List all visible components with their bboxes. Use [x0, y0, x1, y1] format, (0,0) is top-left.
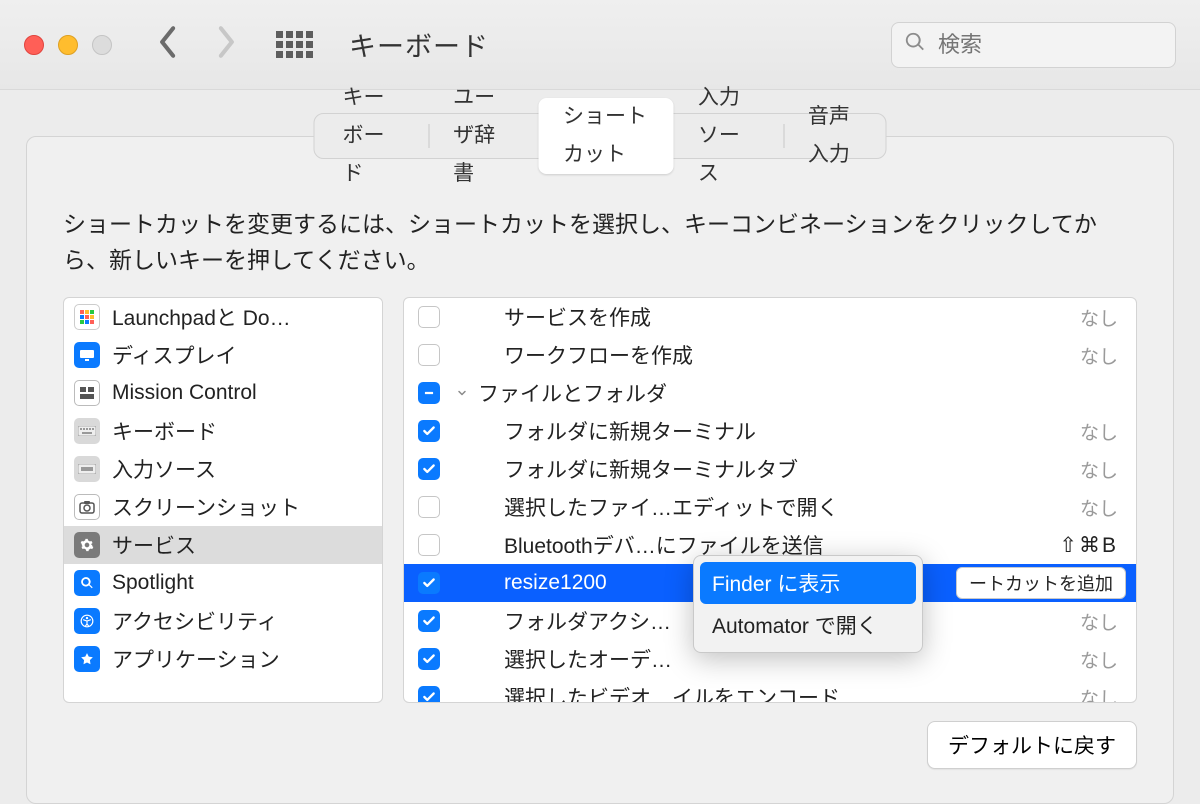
shortcut-value[interactable]: なし — [1080, 608, 1122, 635]
applications-icon — [74, 646, 100, 672]
nav-arrows — [158, 25, 236, 64]
category-label: Launchpadと Do… — [112, 302, 291, 332]
shortcut-value[interactable]: なし — [1080, 456, 1122, 483]
search-icon — [904, 31, 936, 58]
category-label: サービス — [112, 530, 196, 560]
input-sources-icon — [74, 456, 100, 482]
shortcut-checkbox[interactable] — [418, 686, 440, 703]
category-applications[interactable]: アプリケーション — [64, 640, 382, 678]
shortcut-row[interactable]: フォルダに新規ターミナルタブなし — [404, 450, 1136, 488]
window-title: キーボード — [349, 25, 489, 64]
services-icon — [74, 532, 100, 558]
shortcut-value[interactable]: なし — [1080, 494, 1122, 521]
shortcut-checkbox[interactable] — [418, 648, 440, 670]
category-label: キーボード — [112, 416, 217, 446]
category-list[interactable]: Launchpadと Do… ディスプレイ Mission Control キー… — [63, 297, 383, 703]
disclosure-icon[interactable] — [456, 387, 468, 399]
shortcut-label: フォルダに新規ターミナルタブ — [456, 454, 1080, 484]
search-field[interactable] — [891, 22, 1176, 68]
category-spotlight[interactable]: Spotlight — [64, 564, 382, 602]
category-services[interactable]: サービス — [64, 526, 382, 564]
shortcut-label: フォルダに新規ターミナル — [456, 416, 1080, 446]
tab-input[interactable]: 入力ソース — [674, 79, 783, 193]
window-controls — [24, 35, 112, 55]
tab-bar: キーボード ユーザ辞書 ショートカット 入力ソース 音声入力 — [314, 113, 887, 159]
shortcut-checkbox[interactable] — [418, 572, 440, 594]
category-input-sources[interactable]: 入力ソース — [64, 450, 382, 488]
shortcut-row[interactable]: ワークフローを作成なし — [404, 336, 1136, 374]
screenshot-icon — [74, 494, 100, 520]
launchpad-icon — [74, 304, 100, 330]
forward-button[interactable] — [214, 25, 236, 64]
shortcut-row[interactable]: ファイルとフォルダ — [404, 374, 1136, 412]
category-launchpad[interactable]: Launchpadと Do… — [64, 298, 382, 336]
shortcut-row[interactable]: 選択したビデオ…イルをエンコードなし — [404, 678, 1136, 703]
tab-dictation[interactable]: 音声入力 — [784, 98, 882, 174]
shortcut-value[interactable]: なし — [1080, 342, 1122, 369]
mission-control-icon — [74, 380, 100, 406]
zoom-button[interactable] — [92, 35, 112, 55]
shortcut-row[interactable]: フォルダに新規ターミナルなし — [404, 412, 1136, 450]
shortcut-value[interactable]: なし — [1080, 684, 1122, 704]
search-input[interactable] — [936, 31, 1163, 59]
toolbar: キーボード — [0, 0, 1200, 90]
close-button[interactable] — [24, 35, 44, 55]
accessibility-icon — [74, 608, 100, 634]
spotlight-icon — [74, 570, 100, 596]
shortcut-label: ワークフローを作成 — [456, 340, 1080, 370]
shortcut-checkbox[interactable] — [418, 344, 440, 366]
shortcut-checkbox[interactable] — [418, 496, 440, 518]
restore-defaults-button[interactable]: デフォルトに戻す — [927, 721, 1137, 769]
category-label: アクセシビリティ — [112, 606, 278, 636]
context-menu-open-in-automator[interactable]: Automator で開く — [700, 604, 916, 646]
shortcut-value[interactable]: なし — [1080, 418, 1122, 445]
category-accessibility[interactable]: アクセシビリティ — [64, 602, 382, 640]
display-icon — [74, 342, 100, 368]
category-label: スクリーンショット — [112, 492, 300, 522]
shortcut-label: 選択したファイ…エディットで開く — [456, 492, 1080, 522]
shortcut-value[interactable]: なし — [1080, 304, 1122, 331]
category-keyboard[interactable]: キーボード — [64, 412, 382, 450]
shortcut-checkbox[interactable] — [418, 306, 440, 328]
context-menu-show-in-finder[interactable]: Finder に表示 — [700, 562, 916, 604]
category-mission-control[interactable]: Mission Control — [64, 374, 382, 412]
shortcut-checkbox[interactable] — [418, 382, 440, 404]
category-label: Spotlight — [112, 571, 194, 595]
keyboard-icon — [74, 418, 100, 444]
shortcut-checkbox[interactable] — [418, 458, 440, 480]
category-label: ディスプレイ — [112, 340, 237, 370]
minimize-button[interactable] — [58, 35, 78, 55]
add-shortcut-button[interactable]: ートカットを追加 — [956, 567, 1126, 599]
category-screenshots[interactable]: スクリーンショット — [64, 488, 382, 526]
shortcut-row[interactable]: サービスを作成なし — [404, 298, 1136, 336]
shortcut-checkbox[interactable] — [418, 610, 440, 632]
shortcut-label: 選択したビデオ…イルをエンコード — [456, 682, 1080, 703]
preferences-panel: キーボード ユーザ辞書 ショートカット 入力ソース 音声入力 ショートカットを変… — [26, 136, 1174, 804]
category-label: Mission Control — [112, 381, 257, 405]
shortcut-value[interactable]: ⇧⌘B — [1059, 533, 1122, 558]
tab-shortcuts[interactable]: ショートカット — [539, 98, 674, 174]
shortcut-value[interactable]: なし — [1080, 646, 1122, 673]
tab-text[interactable]: ユーザ辞書 — [429, 79, 539, 193]
category-display[interactable]: ディスプレイ — [64, 336, 382, 374]
tab-keyboard[interactable]: キーボード — [319, 79, 429, 193]
instructions-text: ショートカットを変更するには、ショートカットを選択し、キーコンビネーションをクリ… — [63, 207, 1137, 278]
context-menu: Finder に表示 Automator で開く — [693, 555, 923, 653]
category-label: アプリケーション — [112, 644, 280, 674]
shortcut-row[interactable]: 選択したファイ…エディットで開くなし — [404, 488, 1136, 526]
show-all-button[interactable] — [276, 31, 313, 58]
shortcut-label: ファイルとフォルダ — [478, 378, 1122, 408]
shortcut-label: サービスを作成 — [456, 302, 1080, 332]
category-label: 入力ソース — [112, 454, 216, 484]
shortcut-checkbox[interactable] — [418, 534, 440, 556]
shortcut-checkbox[interactable] — [418, 420, 440, 442]
back-button[interactable] — [158, 25, 180, 64]
